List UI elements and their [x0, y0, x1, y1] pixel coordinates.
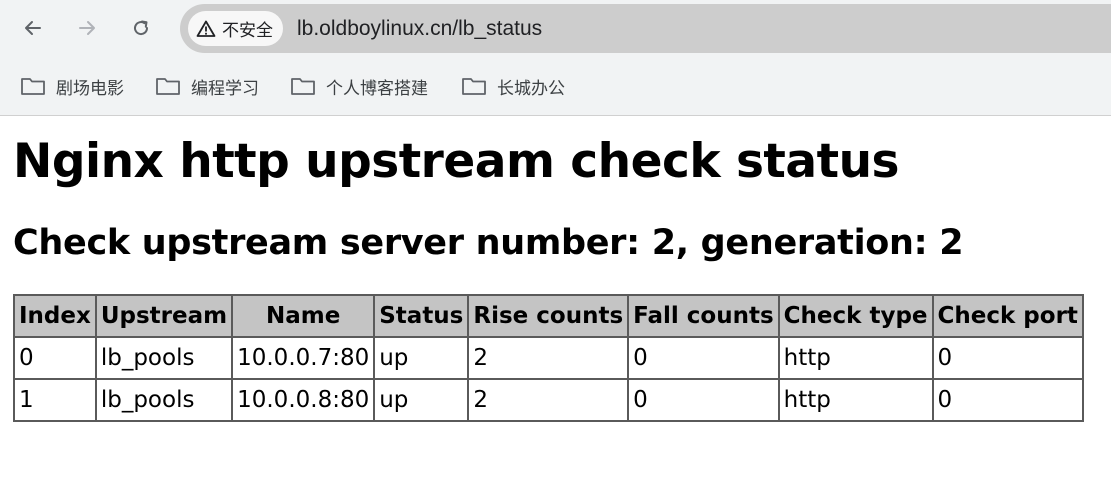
- bookmark-item[interactable]: 编程学习: [155, 72, 259, 100]
- table-row: 1 lb_pools 10.0.0.8:80 up 2 0 http 0: [13, 378, 1084, 422]
- cell-name: 10.0.0.8:80: [231, 378, 376, 422]
- cell-fall-counts: 0: [627, 378, 780, 422]
- url-text[interactable]: lb.oldboylinux.cn/lb_status: [297, 17, 542, 41]
- forward-button[interactable]: [69, 10, 105, 46]
- upstream-status-table: Index Upstream Name Status Rise counts F…: [13, 294, 1084, 422]
- folder-icon: [462, 78, 486, 95]
- arrow-left-icon: [25, 21, 41, 35]
- bookmark-item[interactable]: 长城办公: [461, 72, 565, 100]
- security-label: 不安全: [222, 21, 273, 41]
- browser-toolbar: 不安全 lb.oldboylinux.cn/lb_status: [0, 0, 1111, 56]
- table-row: 0 lb_pools 10.0.0.7:80 up 2 0 http 0: [13, 336, 1084, 380]
- browser-chrome: 不安全 lb.oldboylinux.cn/lb_status 剧场电影 编程学…: [0, 0, 1111, 116]
- header-upstream: Upstream: [94, 294, 234, 338]
- cell-upstream: lb_pools: [94, 378, 234, 422]
- page-content: Nginx http upstream check status Check u…: [0, 134, 1111, 422]
- cell-check-port: 0: [931, 336, 1084, 380]
- header-rise-counts: Rise counts: [467, 294, 630, 338]
- cell-check-type: http: [777, 336, 934, 380]
- bookmarks-bar: 剧场电影 编程学习 个人博客搭建 长城办公: [0, 56, 1111, 116]
- header-name: Name: [231, 294, 376, 338]
- reload-button[interactable]: [123, 10, 159, 46]
- cell-name: 10.0.0.7:80: [231, 336, 376, 380]
- cell-index: 0: [13, 336, 97, 380]
- cell-check-port: 0: [931, 378, 1084, 422]
- folder-icon: [21, 78, 45, 95]
- folder-icon: [156, 78, 180, 95]
- back-button[interactable]: [15, 10, 51, 46]
- cell-fall-counts: 0: [627, 336, 780, 380]
- folder-icon: [291, 78, 315, 95]
- bookmark-label: 编程学习: [191, 78, 259, 99]
- header-check-port: Check port: [931, 294, 1084, 338]
- security-indicator[interactable]: 不安全: [188, 11, 283, 46]
- page-subtitle: Check upstream server number: 2, generat…: [13, 223, 964, 263]
- table-header-row: Index Upstream Name Status Rise counts F…: [13, 294, 1084, 338]
- bookmark-label: 长城办公: [497, 78, 565, 99]
- bookmark-item[interactable]: 个人博客搭建: [290, 72, 428, 100]
- cell-check-type: http: [777, 378, 934, 422]
- cell-rise-counts: 2: [467, 378, 630, 422]
- header-check-type: Check type: [777, 294, 934, 338]
- cell-rise-counts: 2: [467, 336, 630, 380]
- bookmark-item[interactable]: 剧场电影: [20, 72, 124, 100]
- cell-status: up: [373, 378, 470, 422]
- bookmark-label: 剧场电影: [56, 78, 124, 99]
- reload-icon: [134, 20, 149, 36]
- header-index: Index: [13, 294, 97, 338]
- header-status: Status: [373, 294, 470, 338]
- cell-upstream: lb_pools: [94, 336, 234, 380]
- cell-index: 1: [13, 378, 97, 422]
- header-fall-counts: Fall counts: [627, 294, 780, 338]
- cell-status: up: [373, 336, 470, 380]
- address-bar[interactable]: 不安全 lb.oldboylinux.cn/lb_status: [180, 4, 1111, 53]
- arrow-right-icon: [79, 21, 95, 35]
- bookmark-label: 个人博客搭建: [326, 78, 428, 99]
- page-title: Nginx http upstream check status: [13, 134, 900, 189]
- warning-triangle-icon: [196, 20, 216, 37]
